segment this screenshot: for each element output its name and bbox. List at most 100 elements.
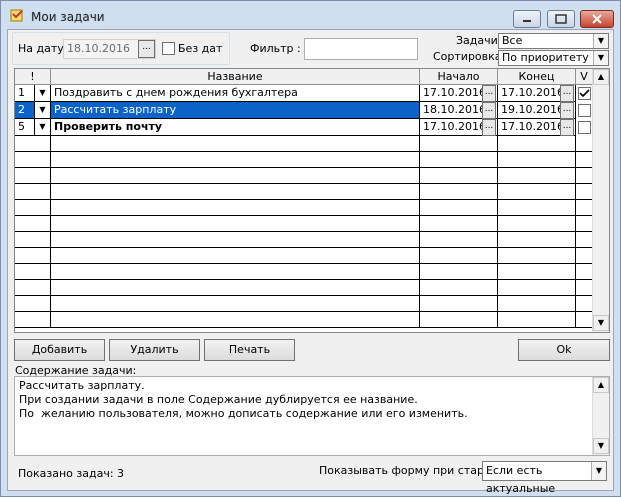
start-date-picker-button[interactable]: ...	[482, 119, 496, 136]
content-scrollbar[interactable]: ▲ ▼	[592, 377, 609, 455]
task-title[interactable]: Рассчитать зарплату	[51, 102, 420, 119]
empty-cell[interactable]	[576, 216, 593, 232]
empty-cell[interactable]	[15, 152, 51, 168]
scroll-up-icon[interactable]: ▲	[593, 69, 609, 85]
empty-cell[interactable]	[420, 296, 498, 312]
filter-input[interactable]	[304, 38, 418, 60]
empty-cell[interactable]	[498, 312, 576, 328]
chevron-down-icon[interactable]: ▼	[593, 34, 608, 48]
scroll-down-icon[interactable]: ▼	[593, 315, 609, 331]
ok-button[interactable]: Ok	[518, 339, 610, 361]
empty-cell[interactable]	[15, 248, 51, 264]
header-title[interactable]: Название	[51, 69, 420, 85]
empty-cell[interactable]	[51, 248, 420, 264]
empty-cell[interactable]	[576, 296, 593, 312]
empty-cell[interactable]	[51, 296, 420, 312]
empty-cell[interactable]	[498, 296, 576, 312]
empty-cell[interactable]	[420, 312, 498, 328]
empty-cell[interactable]	[51, 152, 420, 168]
tasks-select[interactable]: Все ▼	[498, 33, 609, 49]
chevron-down-icon[interactable]: ▼	[35, 102, 51, 119]
empty-cell[interactable]	[15, 184, 51, 200]
empty-cell[interactable]	[420, 200, 498, 216]
empty-cell[interactable]	[15, 312, 51, 328]
empty-cell[interactable]	[15, 232, 51, 248]
scroll-up-icon[interactable]: ▲	[593, 377, 609, 393]
empty-cell[interactable]	[51, 232, 420, 248]
empty-cell[interactable]	[51, 184, 420, 200]
empty-cell[interactable]	[576, 152, 593, 168]
empty-cell[interactable]	[15, 216, 51, 232]
chevron-down-icon[interactable]: ▼	[35, 119, 51, 136]
empty-cell[interactable]	[498, 184, 576, 200]
empty-cell[interactable]	[498, 136, 576, 152]
empty-cell[interactable]	[51, 168, 420, 184]
add-button[interactable]: Добавить	[14, 339, 105, 361]
empty-cell[interactable]	[498, 264, 576, 280]
header-end[interactable]: Конец	[498, 69, 576, 85]
empty-cell[interactable]	[51, 264, 420, 280]
grid-scrollbar[interactable]: ▲ ▼	[592, 69, 609, 332]
end-date-picker-button[interactable]: ...	[560, 102, 574, 119]
empty-cell[interactable]	[498, 200, 576, 216]
empty-cell[interactable]	[15, 264, 51, 280]
empty-cell[interactable]	[51, 136, 420, 152]
empty-cell[interactable]	[15, 168, 51, 184]
empty-cell[interactable]	[498, 168, 576, 184]
sort-select[interactable]: По приоритету ▼	[498, 50, 609, 66]
header-done[interactable]: V	[576, 69, 593, 85]
empty-cell[interactable]	[15, 136, 51, 152]
empty-cell[interactable]	[420, 168, 498, 184]
show-form-select[interactable]: Если есть актуальные ▼	[482, 461, 607, 495]
empty-cell[interactable]	[420, 264, 498, 280]
empty-cell[interactable]	[576, 232, 593, 248]
end-date-picker-button[interactable]: ...	[560, 119, 574, 136]
done-checkbox[interactable]	[578, 121, 591, 134]
empty-cell[interactable]	[51, 312, 420, 328]
empty-cell[interactable]	[15, 200, 51, 216]
no-dates-checkbox[interactable]	[162, 42, 175, 55]
delete-button[interactable]: Удалить	[109, 339, 200, 361]
empty-cell[interactable]	[576, 200, 593, 216]
empty-cell[interactable]	[576, 136, 593, 152]
done-checkbox[interactable]	[578, 104, 591, 117]
start-date-picker-button[interactable]: ...	[482, 102, 496, 119]
maximize-button[interactable]	[547, 10, 575, 28]
empty-cell[interactable]	[576, 168, 593, 184]
chevron-down-icon[interactable]: ▼	[35, 85, 51, 102]
title-bar[interactable]: Мои задачи	[1, 1, 620, 29]
empty-cell[interactable]	[498, 280, 576, 296]
end-date-picker-button[interactable]: ...	[560, 85, 574, 102]
header-priority[interactable]: !	[15, 69, 51, 85]
empty-cell[interactable]	[420, 152, 498, 168]
date-picker-button[interactable]: ...	[138, 40, 155, 58]
empty-cell[interactable]	[576, 312, 593, 328]
empty-cell[interactable]	[576, 280, 593, 296]
empty-cell[interactable]	[576, 264, 593, 280]
empty-cell[interactable]	[420, 216, 498, 232]
empty-cell[interactable]	[420, 136, 498, 152]
empty-cell[interactable]	[576, 248, 593, 264]
empty-cell[interactable]	[51, 200, 420, 216]
empty-cell[interactable]	[51, 216, 420, 232]
empty-cell[interactable]	[498, 216, 576, 232]
task-title[interactable]: Поздравить с днем рождения бухгалтера	[51, 85, 420, 102]
empty-cell[interactable]	[498, 232, 576, 248]
done-checkbox[interactable]	[578, 87, 591, 100]
empty-cell[interactable]	[420, 280, 498, 296]
close-button[interactable]	[580, 10, 614, 28]
empty-cell[interactable]	[420, 248, 498, 264]
empty-cell[interactable]	[576, 184, 593, 200]
header-start[interactable]: Начало	[420, 69, 498, 85]
empty-cell[interactable]	[51, 280, 420, 296]
minimize-button[interactable]	[513, 10, 541, 28]
task-title[interactable]: Проверить почту	[51, 119, 420, 136]
empty-cell[interactable]	[498, 152, 576, 168]
empty-cell[interactable]	[420, 184, 498, 200]
empty-cell[interactable]	[15, 280, 51, 296]
empty-cell[interactable]	[420, 232, 498, 248]
print-button[interactable]: Печать	[204, 339, 295, 361]
empty-cell[interactable]	[15, 296, 51, 312]
chevron-down-icon[interactable]: ▼	[593, 51, 608, 65]
start-date-picker-button[interactable]: ...	[482, 85, 496, 102]
